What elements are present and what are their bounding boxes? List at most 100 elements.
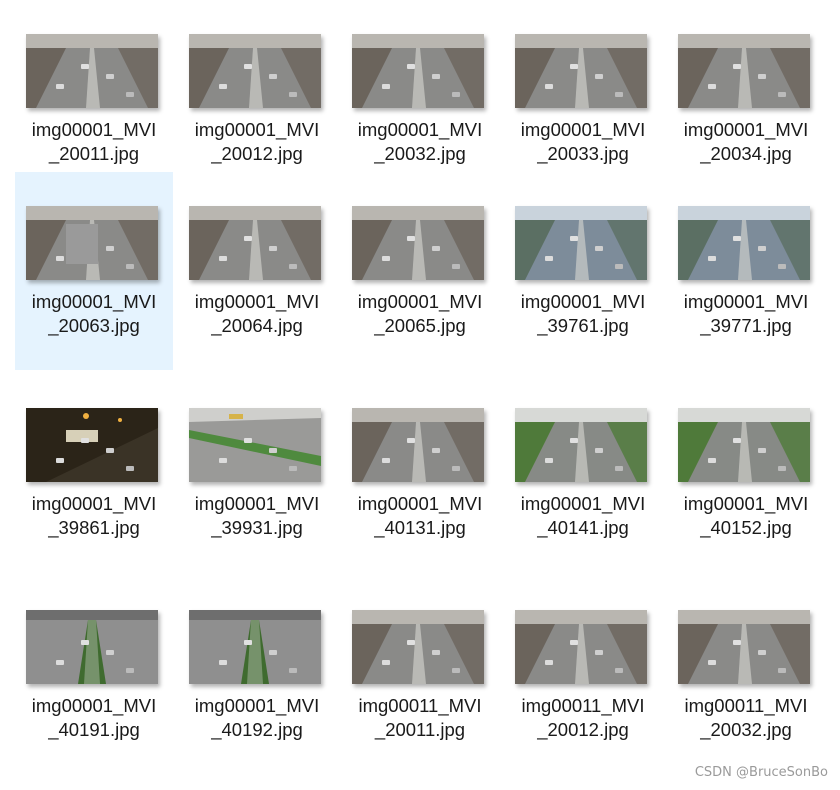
- file-name: img00001_MVI _20012.jpg: [178, 118, 336, 166]
- file-name-line2: _20012.jpg: [537, 719, 629, 740]
- file-item[interactable]: img00001_MVI _39861.jpg: [15, 374, 173, 572]
- file-name: img00001_MVI _39931.jpg: [178, 492, 336, 540]
- file-item[interactable]: img00001_MVI _20012.jpg: [178, 0, 336, 198]
- file-name: img00001_MVI _20033.jpg: [504, 118, 662, 166]
- file-thumbnail: [515, 408, 647, 482]
- file-name-line2: _39771.jpg: [700, 315, 792, 336]
- file-thumbnail: [26, 408, 158, 482]
- file-name: img00001_MVI _20011.jpg: [15, 118, 173, 166]
- file-name-line1: img00001_MVI: [357, 493, 483, 514]
- file-name-line2: _39861.jpg: [48, 517, 140, 538]
- file-item[interactable]: img00001_MVI _20064.jpg: [178, 172, 336, 370]
- file-thumbnail: [352, 610, 484, 684]
- file-name: img00001_MVI _20065.jpg: [341, 290, 499, 338]
- file-thumbnail: [26, 206, 158, 280]
- file-item[interactable]: img00001_MVI _40152.jpg: [667, 374, 825, 572]
- file-name-line1: img00001_MVI: [31, 493, 157, 514]
- file-name-line2: _40192.jpg: [211, 719, 303, 740]
- file-item[interactable]: img00011_MVI _20012.jpg: [504, 576, 662, 774]
- file-name: img00001_MVI _20032.jpg: [341, 118, 499, 166]
- file-grid: img00001_MVI _20011.jpg img00001_MVI _20012…: [0, 0, 840, 790]
- file-item[interactable]: img00001_MVI _20065.jpg: [341, 172, 499, 370]
- watermark: CSDN @BruceSonBo: [694, 765, 828, 780]
- file-name-line2: _40141.jpg: [537, 517, 629, 538]
- file-thumbnail: [515, 206, 647, 280]
- file-name: img00001_MVI _40191.jpg: [15, 694, 173, 742]
- file-item[interactable]: img00001_MVI _39771.jpg: [667, 172, 825, 370]
- file-name-line2: _40191.jpg: [48, 719, 140, 740]
- file-name-line2: _39761.jpg: [537, 315, 629, 336]
- file-name-line1: img00011_MVI: [684, 695, 808, 716]
- file-thumbnail: [515, 610, 647, 684]
- file-item[interactable]: img00001_MVI _20033.jpg: [504, 0, 662, 198]
- file-name-line1: img00001_MVI: [683, 119, 809, 140]
- file-name-line2: _40131.jpg: [374, 517, 466, 538]
- file-item[interactable]: img00001_MVI _20034.jpg: [667, 0, 825, 198]
- file-thumbnail: [352, 408, 484, 482]
- file-item[interactable]: img00001_MVI _39761.jpg: [504, 172, 662, 370]
- file-name-line2: _20011.jpg: [374, 719, 466, 740]
- file-item[interactable]: img00001_MVI _20063.jpg: [15, 172, 173, 370]
- file-thumbnail: [26, 34, 158, 108]
- file-name: img00001_MVI _39771.jpg: [667, 290, 825, 338]
- file-name: img00001_MVI _40192.jpg: [178, 694, 336, 742]
- file-thumbnail: [515, 34, 647, 108]
- file-thumbnail: [352, 206, 484, 280]
- file-thumbnail: [189, 206, 321, 280]
- file-name: img00011_MVI _20011.jpg: [341, 694, 499, 742]
- file-item[interactable]: img00011_MVI _20011.jpg: [341, 576, 499, 774]
- file-thumbnail: [189, 34, 321, 108]
- file-thumbnail: [352, 34, 484, 108]
- file-name: img00011_MVI _20012.jpg: [504, 694, 662, 742]
- file-name-line1: img00001_MVI: [194, 119, 320, 140]
- file-thumbnail: [189, 610, 321, 684]
- file-name-line1: img00001_MVI: [194, 493, 320, 514]
- file-item[interactable]: img00001_MVI _40191.jpg: [15, 576, 173, 774]
- file-name-line1: img00001_MVI: [520, 493, 646, 514]
- file-item[interactable]: img00001_MVI _40131.jpg: [341, 374, 499, 572]
- file-name-line1: img00001_MVI: [31, 119, 157, 140]
- file-name-line1: img00001_MVI: [357, 119, 483, 140]
- file-name-line2: _20064.jpg: [211, 315, 303, 336]
- file-name-line1: img00001_MVI: [520, 291, 646, 312]
- file-thumbnail: [678, 34, 810, 108]
- file-item[interactable]: img00001_MVI _40141.jpg: [504, 374, 662, 572]
- file-name-line1: img00001_MVI: [194, 695, 320, 716]
- file-name-line1: img00001_MVI: [31, 291, 157, 312]
- file-item[interactable]: img00001_MVI _20032.jpg: [341, 0, 499, 198]
- file-item[interactable]: img00001_MVI _20011.jpg: [15, 0, 173, 198]
- file-thumbnail: [189, 408, 321, 482]
- file-name-line1: img00001_MVI: [357, 291, 483, 312]
- file-name-line2: _39931.jpg: [211, 517, 303, 538]
- file-name-line1: img00011_MVI: [358, 695, 482, 716]
- file-item[interactable]: img00001_MVI _39931.jpg: [178, 374, 336, 572]
- file-name-line1: img00001_MVI: [31, 695, 157, 716]
- file-name-line2: _20032.jpg: [700, 719, 792, 740]
- file-name-line1: img00001_MVI: [194, 291, 320, 312]
- file-name: img00001_MVI _39861.jpg: [15, 492, 173, 540]
- file-name: img00001_MVI _20063.jpg: [15, 290, 173, 338]
- file-name-line2: _20065.jpg: [374, 315, 466, 336]
- file-name: img00001_MVI _39761.jpg: [504, 290, 662, 338]
- file-name-line2: _20012.jpg: [211, 143, 303, 164]
- file-name: img00001_MVI _20064.jpg: [178, 290, 336, 338]
- file-thumbnail: [26, 610, 158, 684]
- file-name: img00011_MVI _20032.jpg: [667, 694, 825, 742]
- file-thumbnail: [678, 610, 810, 684]
- file-name: img00001_MVI _40152.jpg: [667, 492, 825, 540]
- file-name-line2: _20011.jpg: [48, 143, 140, 164]
- file-name-line2: _20033.jpg: [537, 143, 629, 164]
- file-name-line2: _40152.jpg: [700, 517, 792, 538]
- file-name: img00001_MVI _20034.jpg: [667, 118, 825, 166]
- file-name-line1: img00001_MVI: [683, 291, 809, 312]
- file-name-line1: img00001_MVI: [683, 493, 809, 514]
- file-name-line1: img00011_MVI: [521, 695, 645, 716]
- file-name: img00001_MVI _40131.jpg: [341, 492, 499, 540]
- file-name-line2: _20034.jpg: [700, 143, 792, 164]
- file-name-line2: _20032.jpg: [374, 143, 466, 164]
- file-name-line2: _20063.jpg: [48, 315, 140, 336]
- file-name: img00001_MVI _40141.jpg: [504, 492, 662, 540]
- file-thumbnail: [678, 206, 810, 280]
- file-item[interactable]: img00011_MVI _20032.jpg: [667, 576, 825, 774]
- file-item[interactable]: img00001_MVI _40192.jpg: [178, 576, 336, 774]
